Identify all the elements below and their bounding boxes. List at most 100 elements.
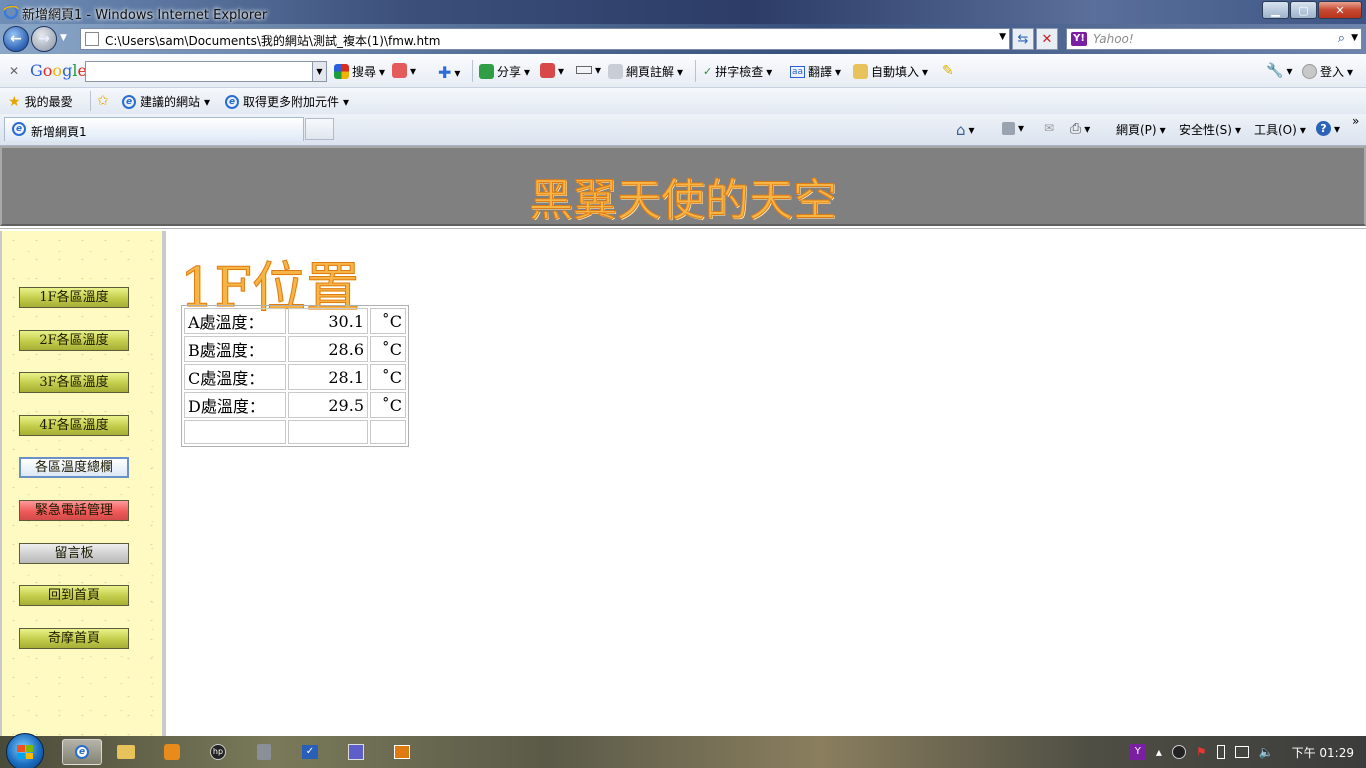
share-label: 分享 xyxy=(497,65,522,79)
favorites-button[interactable]: ★ 我的最愛 xyxy=(8,93,73,110)
hp-icon: hp xyxy=(210,744,226,760)
taskbar-explorer-button[interactable] xyxy=(106,739,146,765)
toolbar-close-icon[interactable]: ✕ xyxy=(9,64,19,78)
temperature-unit: ˚C xyxy=(370,392,406,418)
highlight-button[interactable]: ✎ xyxy=(942,63,954,79)
refresh-button[interactable]: ⇆ xyxy=(1012,28,1034,50)
tools-menu[interactable]: 工具(O) ▾ xyxy=(1254,121,1306,138)
rss-icon xyxy=(1002,121,1015,135)
feeds-button[interactable]: ▾ xyxy=(1002,121,1024,135)
yahoo-icon: Y! xyxy=(1071,32,1087,46)
translate-button[interactable]: aa 翻譯 ▾ xyxy=(790,63,841,80)
popup-blocker-button[interactable]: ▾ xyxy=(540,63,564,78)
nav-4f-temp-button[interactable]: 4F各區溫度 xyxy=(19,415,129,436)
stop-button[interactable]: ✕ xyxy=(1036,28,1058,50)
temperature-value: 28.6 xyxy=(288,336,368,362)
location-label: A處溫度： xyxy=(184,308,286,334)
tray-expand-icon[interactable]: ▴ xyxy=(1156,745,1162,759)
taskbar-ie-button[interactable]: e xyxy=(62,739,102,765)
taskbar-hp-button[interactable]: hp xyxy=(198,739,238,765)
address-bar[interactable]: C:\Users\sam\Documents\我的網站\測試_複本(1)\fmw… xyxy=(80,28,1010,50)
nav-3f-temp-button[interactable]: 3F各區溫度 xyxy=(19,372,129,393)
settings-button[interactable]: 🔧 ▾ xyxy=(1266,63,1292,79)
suggested-sites-link[interactable]: e 建議的網站 ▾ xyxy=(122,93,210,110)
autofill-button[interactable]: 自動填入 ▾ xyxy=(853,63,928,80)
battery-icon[interactable] xyxy=(1216,745,1225,759)
taskbar-app-button[interactable] xyxy=(336,739,376,765)
share-button[interactable]: 分享 ▾ xyxy=(479,63,530,80)
google-toolbar: ✕ Google ▼ 搜尋 ▾ ▾ ✚ ▾ 分享 ▾ ▾ ▾ 網頁註解 ▾ ✓ 拼字檢查… xyxy=(0,54,1366,88)
search-icon[interactable]: ⌕ xyxy=(1338,31,1345,46)
taskbar-media-button[interactable] xyxy=(152,739,192,765)
google-search-dropdown-icon[interactable]: ▼ xyxy=(312,62,326,81)
annotate-button[interactable]: 網頁註解 ▾ xyxy=(608,63,683,80)
minimize-button[interactable]: ▁ xyxy=(1262,1,1289,19)
add-favorite-button[interactable]: ✩ xyxy=(97,93,109,109)
search-box[interactable]: Y! Yahoo! ⌕ ▼ xyxy=(1066,28,1362,50)
share-icon xyxy=(479,64,494,79)
ie-page-icon: e xyxy=(12,122,26,136)
note-icon xyxy=(608,64,623,79)
refresh-icon: ⇆ xyxy=(1017,31,1029,47)
toolbar-overflow-icon[interactable]: » xyxy=(1352,114,1359,128)
nav-home-button[interactable]: 回到首頁 xyxy=(19,585,129,606)
presentation-icon xyxy=(394,745,410,759)
nav-emergency-phone-button[interactable]: 緊急電話管理 xyxy=(19,500,129,521)
nav-temp-summary-button[interactable]: 各區溫度總欄 xyxy=(19,457,129,478)
check-mail-icon: ✓ xyxy=(302,745,318,759)
nav-guestbook-button[interactable]: 留言板 xyxy=(19,543,129,564)
network-icon[interactable] xyxy=(1234,746,1249,758)
google-search-input[interactable]: ▼ xyxy=(85,61,327,82)
system-clock[interactable]: 下午 01:29 xyxy=(1292,744,1354,761)
taskbar-outlook-button[interactable]: ✓ xyxy=(290,739,330,765)
address-dropdown-icon[interactable]: ▼ xyxy=(999,32,1006,42)
help-button[interactable]: ? ▾ xyxy=(1316,121,1340,136)
new-tab-button[interactable] xyxy=(305,118,334,140)
search-dropdown-icon[interactable]: ▼ xyxy=(1351,33,1358,43)
spellcheck-button[interactable]: ✓ 拼字檢查 ▾ xyxy=(703,63,772,80)
recent-pages-dropdown[interactable]: ▼ xyxy=(60,33,67,43)
google-search-button[interactable]: 搜尋 ▾ xyxy=(334,63,385,80)
read-mail-button[interactable]: ✉ xyxy=(1044,121,1054,135)
start-button[interactable] xyxy=(6,733,44,768)
favorites-star-icon: ★ xyxy=(8,93,21,110)
add-button[interactable]: ✚ ▾ xyxy=(438,63,460,82)
field-button[interactable]: ▾ xyxy=(576,63,601,77)
favorites-label: 我的最愛 xyxy=(24,95,73,109)
location-label: B處溫度： xyxy=(184,336,286,362)
system-tray: Y ▴ ⚑ 🔈 下午 01:29 xyxy=(1129,736,1366,768)
field-icon xyxy=(576,66,592,74)
close-button[interactable]: ✕ xyxy=(1318,1,1362,19)
volume-icon[interactable]: 🔈 xyxy=(1259,745,1274,759)
location-label: C處溫度： xyxy=(184,364,286,390)
safety-menu[interactable]: 安全性(S) ▾ xyxy=(1179,121,1241,138)
yahoo-messenger-icon[interactable]: Y xyxy=(1129,744,1146,760)
taskbar-calc-button[interactable] xyxy=(244,739,284,765)
location-label: D處溫度： xyxy=(184,392,286,418)
ie-icon: e xyxy=(75,745,89,759)
get-addons-link[interactable]: e 取得更多附加元件 ▾ xyxy=(225,93,349,110)
nav-yahoo-home-button[interactable]: 奇摩首頁 xyxy=(19,628,129,649)
signin-button[interactable]: 登入 ▾ xyxy=(1302,63,1353,80)
taskbar-presentation-button[interactable] xyxy=(382,739,422,765)
back-button[interactable]: ← xyxy=(3,26,29,52)
pagerank-button[interactable]: ▾ xyxy=(392,63,416,78)
hp-tray-icon[interactable] xyxy=(1171,745,1186,759)
search-placeholder[interactable]: Yahoo! xyxy=(1093,32,1134,46)
nav-2f-temp-button[interactable]: 2F各區溫度 xyxy=(19,330,129,351)
address-url[interactable]: C:\Users\sam\Documents\我的網站\測試_複本(1)\fmw… xyxy=(105,32,440,49)
page-menu[interactable]: 網頁(P) ▾ xyxy=(1116,121,1166,138)
taskbar: e hp ✓ Y ▴ ⚑ 🔈 下午 01:29 xyxy=(0,733,1366,768)
safety-menu-label: 安全性(S) xyxy=(1179,123,1232,137)
temperature-value xyxy=(288,420,368,444)
spellcheck-label: 拼字檢查 xyxy=(715,65,764,79)
nav-1f-temp-button[interactable]: 1F各區溫度 xyxy=(19,287,129,308)
print-button[interactable]: ⎙ ▾ xyxy=(1070,121,1090,137)
temperature-value: 29.5 xyxy=(288,392,368,418)
forward-button[interactable]: → xyxy=(31,26,57,52)
maximize-button[interactable]: ▢ xyxy=(1290,1,1317,19)
network-flag-icon[interactable]: ⚑ xyxy=(1196,745,1207,759)
title-bar: 新增網頁1 - Windows Internet Explorer ▁ ▢ ✕ xyxy=(0,0,1366,24)
tab-active[interactable]: e 新增網頁1 xyxy=(4,117,304,141)
home-button[interactable]: ⌂ ▾ xyxy=(956,121,975,139)
